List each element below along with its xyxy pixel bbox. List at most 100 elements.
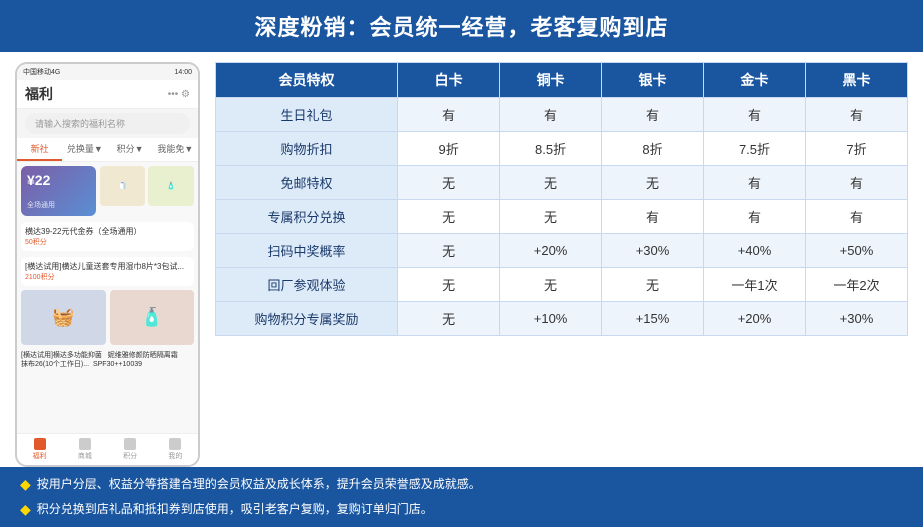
nav-points[interactable]: 积分 xyxy=(108,438,153,461)
row-label: 购物积分专属奖励 xyxy=(216,302,398,336)
row-cell: +30% xyxy=(805,302,907,336)
page-header: 深度粉销：会员统一经营，老客复购到店 midoo米多 xyxy=(0,0,923,52)
points-icon xyxy=(124,438,136,450)
table-row: 购物折扣9折8.5折8折7.5折7折 xyxy=(216,132,908,166)
table-header-row: 会员特权 白卡 铜卡 银卡 金卡 黑卡 xyxy=(216,63,908,98)
phone-status-bar: 中国移动4G 14:00 xyxy=(17,64,198,80)
nav-shop[interactable]: 商城 xyxy=(62,438,107,461)
logo-text: midoo米多 xyxy=(843,38,903,55)
footer-text-2: 积分兑换到店礼品和抵扣券到店使用，吸引老客户复购，复购订单归门店。 xyxy=(37,500,433,517)
row-cell: +15% xyxy=(602,302,704,336)
row-cell: 无 xyxy=(602,268,704,302)
nav-shop-label: 商城 xyxy=(78,451,92,461)
product-img-2: 🧴 xyxy=(148,166,194,206)
row-label: 购物折扣 xyxy=(216,132,398,166)
product-large-img-2: 🧴 xyxy=(110,290,195,345)
product-large-img-1: 🧺 xyxy=(21,290,106,345)
phone-search-placeholder: 请输入搜索的福利名称 xyxy=(35,119,125,129)
row-cell: 有 xyxy=(500,98,602,132)
product-title-1: 横达39-22元代金券（全场通用） xyxy=(25,226,190,237)
col-header-black: 黑卡 xyxy=(805,63,907,98)
row-cell: 有 xyxy=(805,200,907,234)
phone-tab-exchange[interactable]: 兑换量▼ xyxy=(62,138,107,161)
phone-search-bar[interactable]: 请输入搜索的福利名称 xyxy=(25,113,190,134)
phone-tab-new[interactable]: 新社 xyxy=(17,138,62,161)
product-card-2[interactable]: [横达试用]横达儿童送套专用湿巾8片*3包试... 2100积分 xyxy=(21,257,194,286)
row-cell: 有 xyxy=(602,98,704,132)
row-cell: +10% xyxy=(500,302,602,336)
row-cell: +20% xyxy=(500,234,602,268)
row-cell: 无 xyxy=(398,268,500,302)
row-cell: +20% xyxy=(704,302,806,336)
col-header-privilege: 会员特权 xyxy=(216,63,398,98)
welfare-icon xyxy=(34,438,46,450)
product-image-row: 🧺 🧴 xyxy=(21,290,194,345)
coupon-card-1[interactable]: ¥22 全场通用 xyxy=(21,166,96,216)
product-desc-row: [横达试用]横达多功能抑菌 妮维雅修颜防晒隔离霜 抹布26(10个工作日)...… xyxy=(21,351,194,369)
row-cell: +50% xyxy=(805,234,907,268)
row-cell: 有 xyxy=(805,98,907,132)
footer-item-1: ◆ 按用户分层、权益分等搭建合理的会员权益及成长体系，提升会员荣誉感及成就感。 xyxy=(20,475,903,495)
phone-tabs: 新社 兑换量▼ 积分▼ 我能免▼ xyxy=(17,138,198,162)
row-cell: 8.5折 xyxy=(500,132,602,166)
coupon-row: ¥22 全场通用 🧻 🧴 xyxy=(21,166,194,216)
row-cell: 一年2次 xyxy=(805,268,907,302)
nav-mine[interactable]: 我的 xyxy=(153,438,198,461)
col-header-white: 白卡 xyxy=(398,63,500,98)
row-cell: 无 xyxy=(398,166,500,200)
mine-icon xyxy=(169,438,181,450)
table-row: 生日礼包有有有有有 xyxy=(216,98,908,132)
membership-table-area: 会员特权 白卡 铜卡 银卡 金卡 黑卡 生日礼包有有有有有购物折扣9折8.5折8… xyxy=(215,62,908,467)
row-cell: +30% xyxy=(602,234,704,268)
phone-tab-points[interactable]: 积分▼ xyxy=(108,138,153,161)
coupon-subtitle: 全场通用 xyxy=(27,200,90,210)
row-cell: 无 xyxy=(500,166,602,200)
phone-time: 14:00 xyxy=(174,69,192,76)
row-cell: 一年1次 xyxy=(704,268,806,302)
nav-mine-label: 我的 xyxy=(168,451,182,461)
row-cell: 7.5折 xyxy=(704,132,806,166)
row-cell: 无 xyxy=(398,302,500,336)
page-title: 深度粉销：会员统一经营，老客复购到店 xyxy=(254,15,668,40)
bullet-2: ◆ xyxy=(20,500,31,520)
row-cell: 7折 xyxy=(805,132,907,166)
row-cell: 有 xyxy=(704,166,806,200)
table-row: 购物积分专属奖励无+10%+15%+20%+30% xyxy=(216,302,908,336)
col-header-silver: 银卡 xyxy=(602,63,704,98)
phone-app-title: 福利 xyxy=(25,84,53,104)
nav-welfare[interactable]: 福利 xyxy=(17,438,62,461)
row-label: 生日礼包 xyxy=(216,98,398,132)
table-row: 专属积分兑换无无有有有 xyxy=(216,200,908,234)
row-label: 专属积分兑换 xyxy=(216,200,398,234)
col-header-bronze: 铜卡 xyxy=(500,63,602,98)
product-points-1: 50积分 xyxy=(25,237,190,247)
phone-mockup: 中国移动4G 14:00 福利 ••• ⚙ 请输入搜索的福利名称 新社 兑换量▼… xyxy=(15,62,200,467)
row-cell: 有 xyxy=(805,166,907,200)
row-cell: 无 xyxy=(602,166,704,200)
row-label: 免邮特权 xyxy=(216,166,398,200)
row-cell: 有 xyxy=(704,98,806,132)
bullet-1: ◆ xyxy=(20,475,31,495)
coupon-img-row: 🧻 🧴 xyxy=(100,166,194,216)
membership-table: 会员特权 白卡 铜卡 银卡 金卡 黑卡 生日礼包有有有有有购物折扣9折8.5折8… xyxy=(215,62,908,336)
row-cell: 有 xyxy=(602,200,704,234)
phone-body: ¥22 全场通用 🧻 🧴 横达39-22元代金券（全场通用） 50积分 [横达试… xyxy=(17,162,198,433)
footer-item-2: ◆ 积分兑换到店礼品和抵扣券到店使用，吸引老客户复购，复购订单归门店。 xyxy=(20,500,903,520)
row-cell: +40% xyxy=(704,234,806,268)
coupon-amount: ¥22 xyxy=(27,172,90,188)
row-cell: 8折 xyxy=(602,132,704,166)
table-body: 生日礼包有有有有有购物折扣9折8.5折8折7.5折7折免邮特权无无无有有专属积分… xyxy=(216,98,908,336)
row-cell: 9折 xyxy=(398,132,500,166)
col-header-gold: 金卡 xyxy=(704,63,806,98)
row-cell: 有 xyxy=(398,98,500,132)
table-row: 免邮特权无无无有有 xyxy=(216,166,908,200)
table-row: 回厂参观体验无无无一年1次一年2次 xyxy=(216,268,908,302)
product-card-1[interactable]: 横达39-22元代金券（全场通用） 50积分 xyxy=(21,222,194,251)
footer-text-1: 按用户分层、权益分等搭建合理的会员权益及成长体系，提升会员荣誉感及成就感。 xyxy=(37,475,481,492)
nav-welfare-label: 福利 xyxy=(33,451,47,461)
row-cell: 无 xyxy=(500,200,602,234)
phone-tab-free[interactable]: 我能免▼ xyxy=(153,138,198,161)
phone-header-icons: ••• ⚙ xyxy=(168,89,190,100)
table-row: 扫码中奖概率无+20%+30%+40%+50% xyxy=(216,234,908,268)
main-content: 中国移动4G 14:00 福利 ••• ⚙ 请输入搜索的福利名称 新社 兑换量▼… xyxy=(0,52,923,467)
